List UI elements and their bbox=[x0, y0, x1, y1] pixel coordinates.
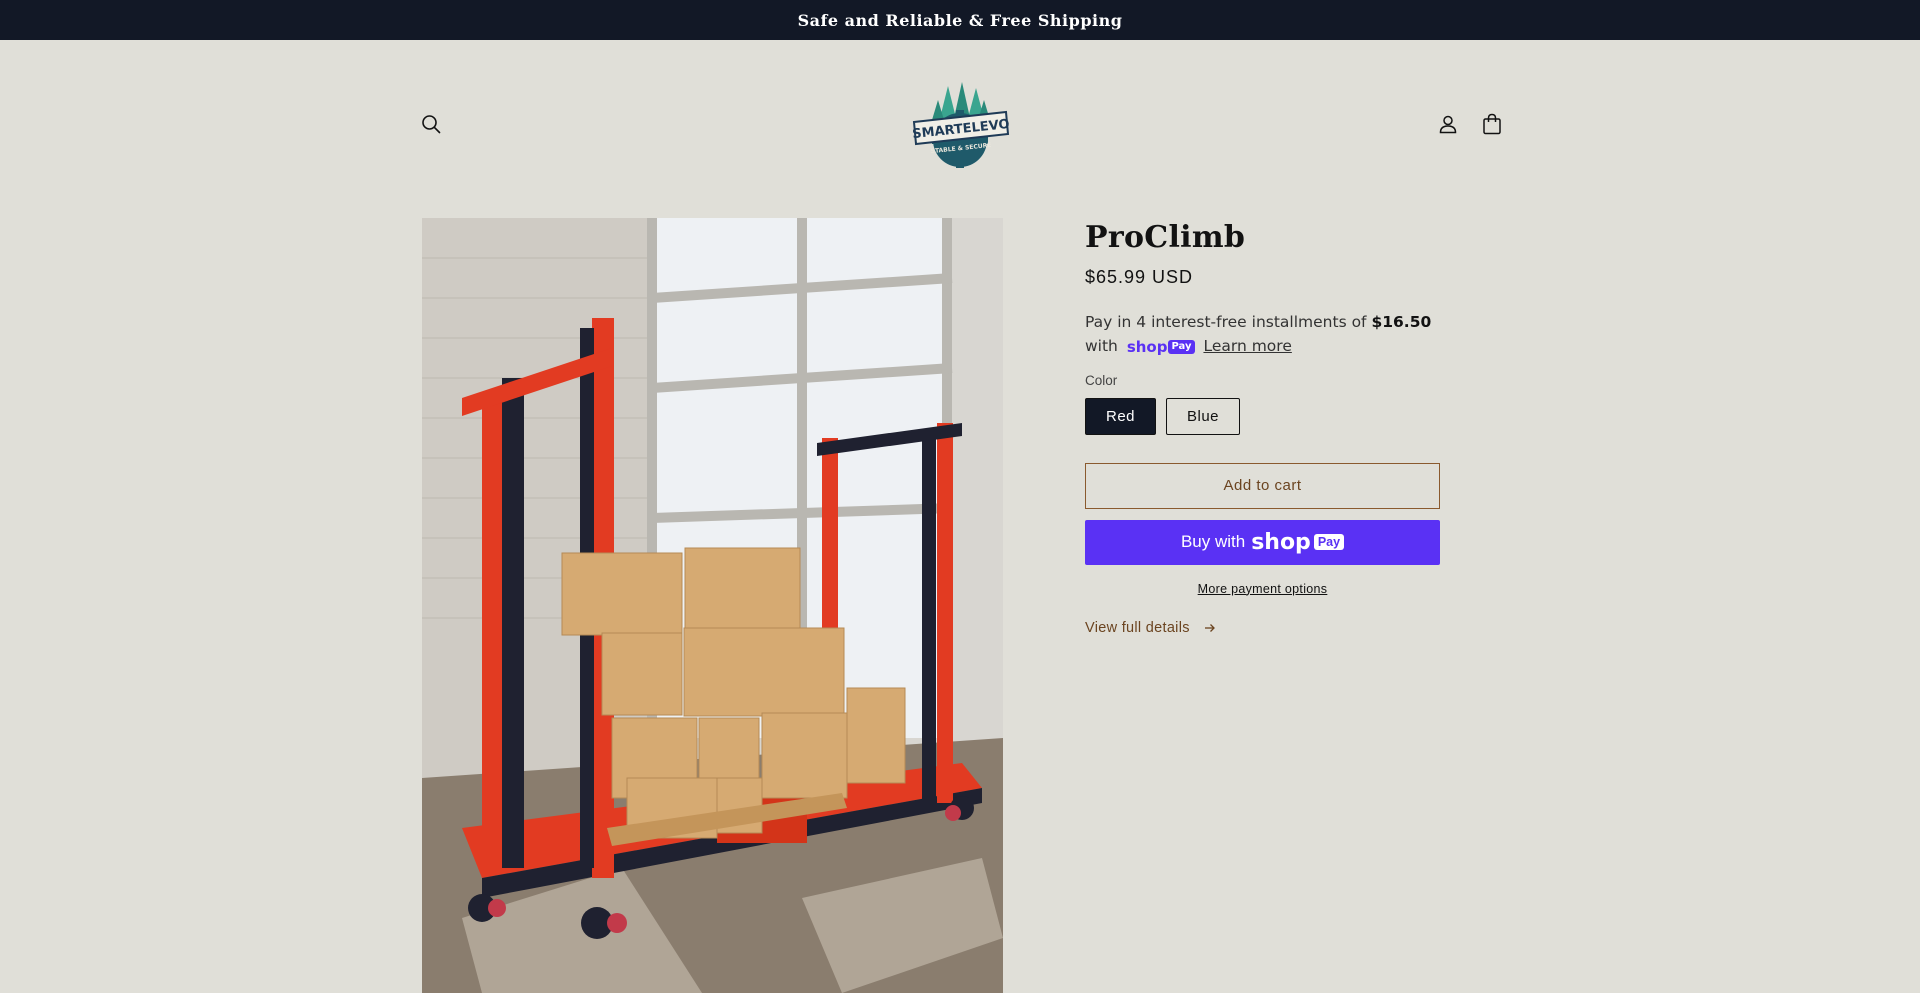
add-to-cart-button[interactable]: Add to cart bbox=[1085, 462, 1440, 509]
color-label: Color bbox=[1085, 372, 1118, 388]
bag-icon bbox=[1483, 113, 1501, 135]
shop-pay-logo: shop Pay bbox=[1127, 338, 1195, 356]
installments-with: with bbox=[1085, 337, 1118, 355]
installments-message: Pay in 4 interest-free installments of $… bbox=[1085, 310, 1440, 359]
announcement-bar: Safe and Reliable & Free Shipping bbox=[0, 0, 1920, 40]
color-options: Red Blue bbox=[1085, 397, 1440, 435]
site-header: SMARTELEVO STABLE & SECURE bbox=[0, 40, 1920, 210]
pay-badge: Pay bbox=[1313, 534, 1345, 550]
product-image[interactable] bbox=[422, 218, 1003, 993]
color-option-red[interactable]: Red bbox=[1085, 397, 1156, 435]
announcement-text: Safe and Reliable & Free Shipping bbox=[797, 10, 1123, 30]
installments-prefix: Pay in 4 interest-free installments of bbox=[1085, 313, 1372, 331]
color-option-blue[interactable]: Blue bbox=[1166, 397, 1240, 435]
view-full-details-label: View full details bbox=[1085, 619, 1190, 636]
product-photo bbox=[422, 218, 1003, 993]
installments-amount: $16.50 bbox=[1371, 313, 1432, 331]
more-payment-options-link[interactable]: More payment options bbox=[1085, 582, 1440, 596]
user-icon bbox=[1439, 115, 1457, 134]
product-price: $65.99 USD bbox=[1085, 267, 1194, 287]
search-button[interactable] bbox=[413, 106, 449, 142]
account-button[interactable] bbox=[1430, 106, 1466, 142]
logo-graphic: SMARTELEVO STABLE & SECURE bbox=[912, 82, 1010, 168]
shop-wordmark: shop bbox=[1251, 529, 1311, 555]
site-logo[interactable]: SMARTELEVO STABLE & SECURE bbox=[910, 80, 1010, 170]
view-full-details-link[interactable]: View full details bbox=[1085, 620, 1440, 636]
arrow-right-icon bbox=[1204, 623, 1215, 632]
product-info: ProClimb $65.99 USD Pay in 4 interest-fr… bbox=[1085, 218, 1440, 636]
product-title: ProClimb bbox=[1085, 220, 1246, 255]
buy-with-label: Buy with bbox=[1180, 532, 1246, 551]
cart-button[interactable] bbox=[1474, 106, 1510, 142]
buy-with-shop-pay-button[interactable]: Buy with shop Pay bbox=[1085, 519, 1440, 565]
search-icon bbox=[422, 115, 441, 134]
learn-more-link[interactable]: Learn more bbox=[1203, 337, 1291, 355]
